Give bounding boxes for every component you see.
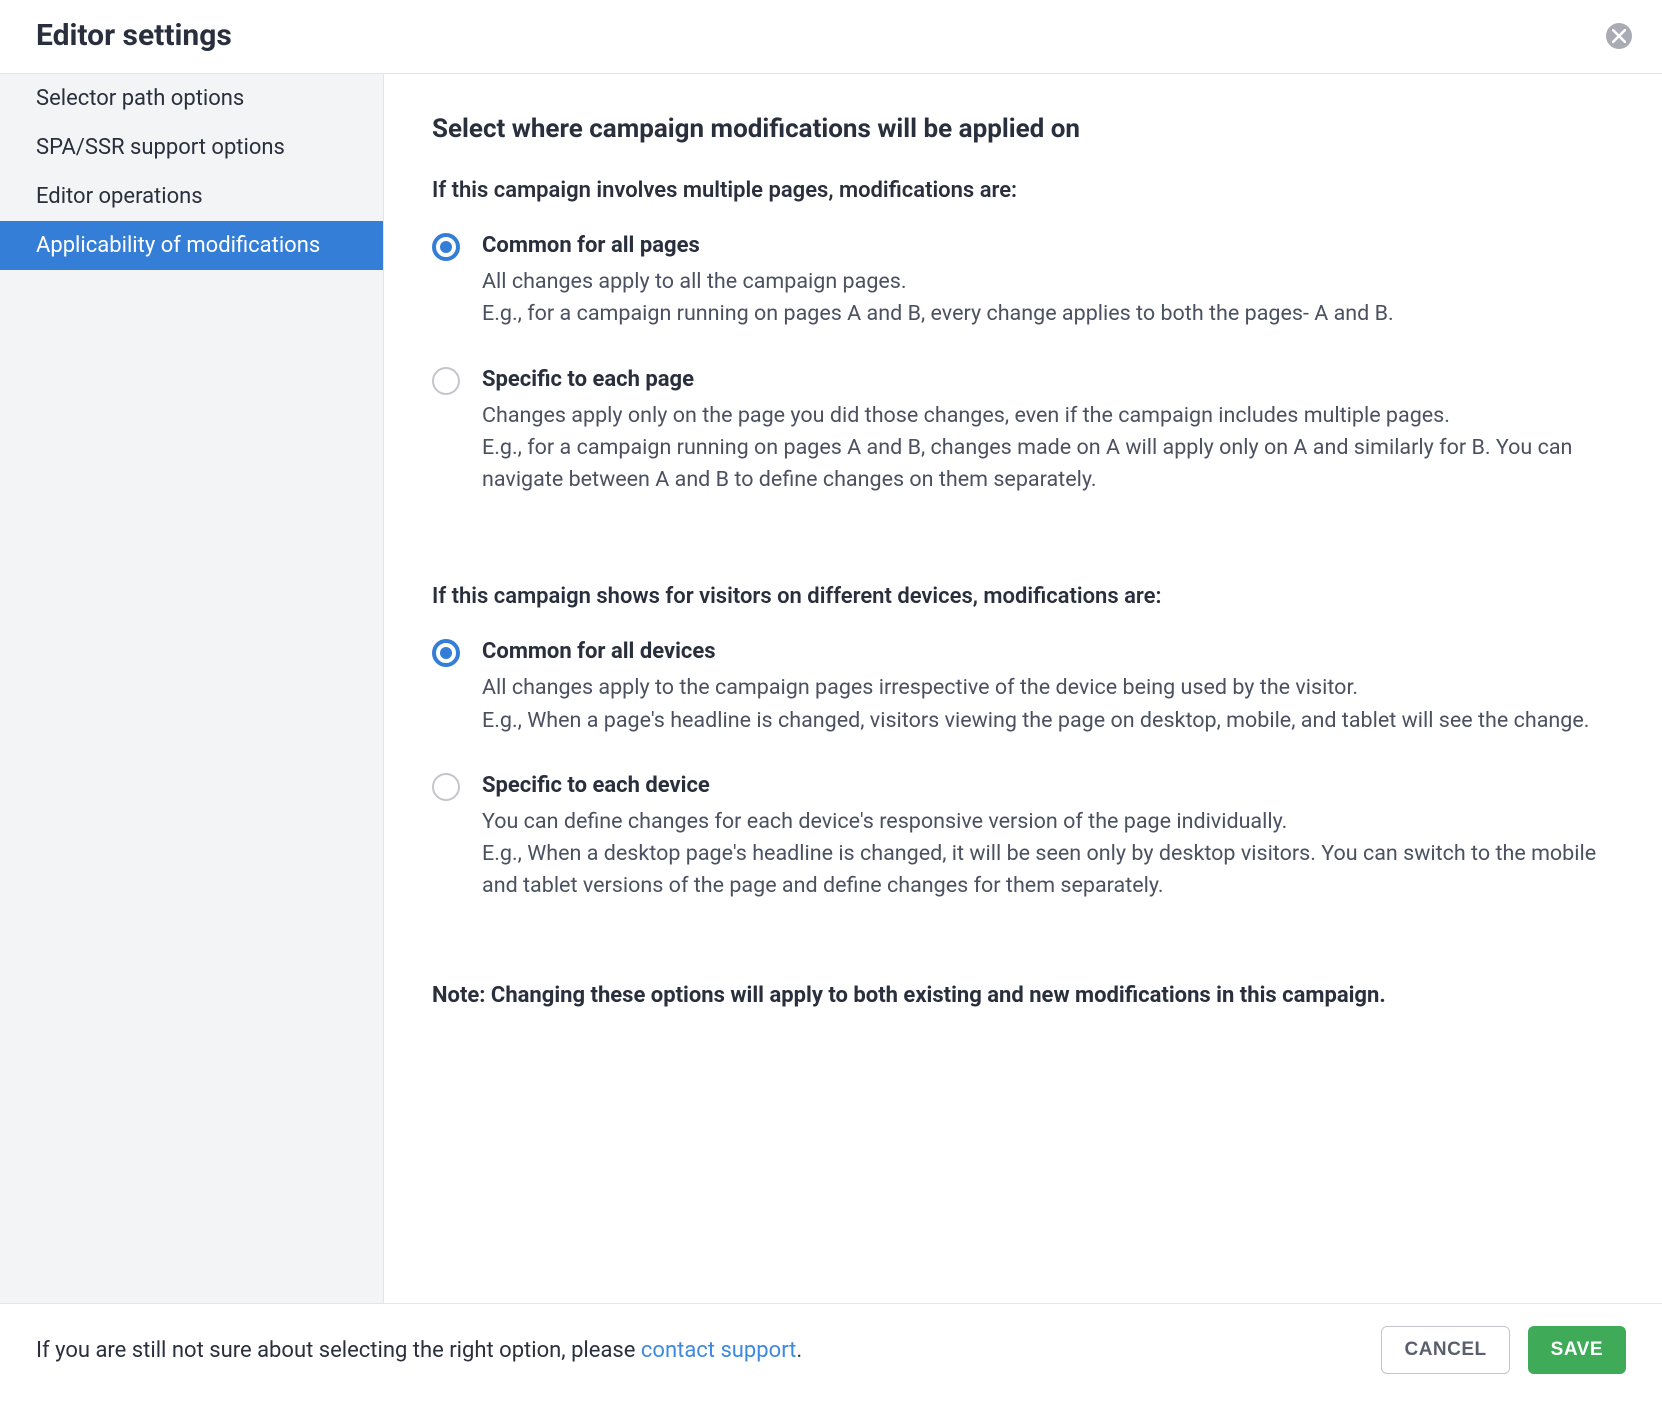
radio-content: Specific to each page Changes apply only…: [460, 367, 1616, 497]
body: Selector path options SPA/SSR support op…: [0, 74, 1662, 1303]
close-button[interactable]: [1606, 23, 1632, 49]
radio-title: Specific to each device: [482, 773, 1616, 798]
radio-desc: All changes apply to the campaign pages …: [482, 672, 1589, 737]
radio-title: Specific to each page: [482, 367, 1616, 392]
radio-title: Common for all devices: [482, 639, 1589, 664]
radio-desc: All changes apply to all the campaign pa…: [482, 266, 1394, 331]
note: Note: Changing these options will apply …: [432, 983, 1616, 1008]
radio-content: Common for all pages All changes apply t…: [460, 233, 1394, 331]
header: Editor settings: [0, 0, 1662, 74]
close-icon: [1612, 29, 1626, 43]
sidebar-item-applicability[interactable]: Applicability of modifications: [0, 221, 383, 270]
radio-content: Common for all devices All changes apply…: [460, 639, 1589, 737]
radio-button-icon: [432, 233, 460, 261]
radio-specific-each-page[interactable]: Specific to each page Changes apply only…: [432, 367, 1616, 497]
main-title: Select where campaign modifications will…: [432, 114, 1616, 144]
sidebar: Selector path options SPA/SSR support op…: [0, 74, 384, 1303]
radio-content: Specific to each device You can define c…: [460, 773, 1616, 903]
radio-common-all-pages[interactable]: Common for all pages All changes apply t…: [432, 233, 1616, 331]
radio-common-all-devices[interactable]: Common for all devices All changes apply…: [432, 639, 1616, 737]
main-panel: Select where campaign modifications will…: [384, 74, 1662, 1303]
page-title: Editor settings: [36, 18, 232, 53]
footer-text-prefix: If you are still not sure about selectin…: [36, 1338, 641, 1363]
sidebar-item-spa-ssr[interactable]: SPA/SSR support options: [0, 123, 383, 172]
contact-support-link[interactable]: contact support: [641, 1338, 796, 1363]
radio-title: Common for all pages: [482, 233, 1394, 258]
radio-button-icon: [432, 773, 460, 801]
footer-buttons: CANCEL SAVE: [1381, 1326, 1626, 1374]
radio-specific-each-device[interactable]: Specific to each device You can define c…: [432, 773, 1616, 903]
section1-label: If this campaign involves multiple pages…: [432, 178, 1616, 203]
radio-button-icon: [432, 367, 460, 395]
radio-button-icon: [432, 639, 460, 667]
radio-desc: Changes apply only on the page you did t…: [482, 400, 1616, 497]
footer: If you are still not sure about selectin…: [0, 1303, 1662, 1396]
footer-text: If you are still not sure about selectin…: [36, 1338, 802, 1363]
radio-desc: You can define changes for each device's…: [482, 806, 1616, 903]
footer-text-suffix: .: [796, 1338, 802, 1363]
save-button[interactable]: SAVE: [1528, 1326, 1626, 1374]
sidebar-item-editor-ops[interactable]: Editor operations: [0, 172, 383, 221]
section2-label: If this campaign shows for visitors on d…: [432, 584, 1616, 609]
cancel-button[interactable]: CANCEL: [1381, 1326, 1509, 1374]
sidebar-item-selector-path[interactable]: Selector path options: [0, 74, 383, 123]
